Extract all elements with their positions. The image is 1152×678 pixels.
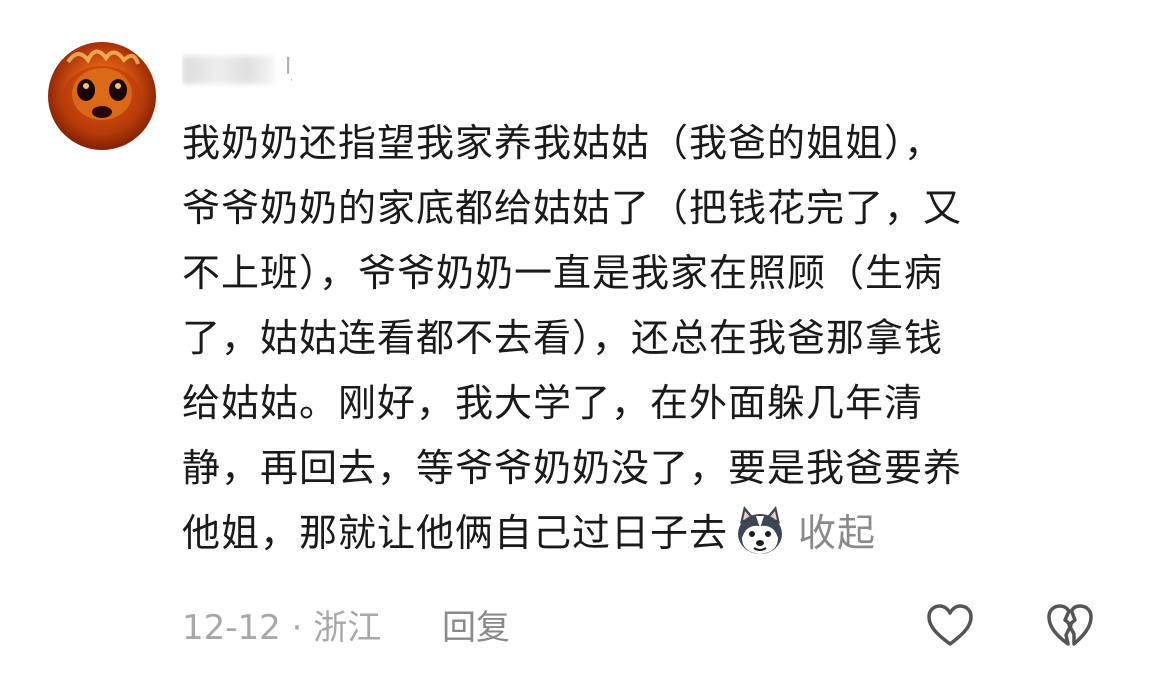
meta-separator: · [291, 608, 303, 648]
comment-date: 12-12 [182, 608, 281, 648]
avatar[interactable] [48, 42, 156, 150]
comment-location: 浙江 [313, 608, 382, 648]
username-blur [182, 56, 274, 84]
comment-line: 我奶奶还指望我家养我姑姑（我爸的姐姐）， [182, 121, 944, 165]
comment-line: 了，姑姑连看都不去看），还总在我爸那拿钱 [182, 316, 944, 360]
username[interactable]: 刂 [182, 50, 292, 90]
heart-outline-icon[interactable] [924, 600, 976, 652]
comment-text: 我奶奶还指望我家养我姑姑（我爸的姐姐）， 爷爷奶奶的家底都给姑姑了（把钱花完了，… [182, 111, 1082, 566]
comment-line: 他姐，那就让他俩自己过日子去 [182, 511, 729, 555]
collapse-button[interactable]: 收起 [798, 511, 876, 555]
reply-button[interactable]: 回复 [442, 608, 510, 648]
comment-last-line: 他姐，那就让他俩自己过日子去 收起 [182, 501, 1082, 566]
comment-line: 爷爷奶奶的家底都给姑姑了（把钱花完了，又 [182, 186, 963, 230]
username-visible-char: 刂 [272, 52, 292, 87]
comment-line: 给姑姑。刚好，我大学了，在外面躲几年清 [182, 381, 924, 425]
avatar-image [62, 49, 142, 134]
comment-line: 不上班），爷爷奶奶一直是我家在照顾（生病 [182, 251, 944, 295]
husky-dog-emoji [732, 502, 788, 558]
comment-meta: 12-12 · 浙江 回复 [182, 604, 510, 652]
broken-heart-icon[interactable] [1044, 600, 1096, 652]
comment-line: 静，再回去，等爷爷奶奶没了，要是我爸要养 [182, 446, 963, 490]
